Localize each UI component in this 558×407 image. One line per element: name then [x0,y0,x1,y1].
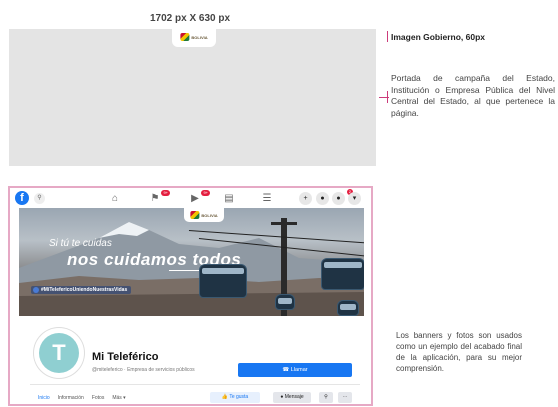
government-image-label: Imagen Gobierno, 60px [391,32,485,42]
seal-notch: BOLIVIA [172,29,216,47]
banner-explanation: Los banners y fotos son usados como un e… [396,331,522,373]
more-options-icon[interactable]: ⋯ [338,392,352,403]
bolivia-seal-icon [190,211,200,219]
notifications-bell-icon[interactable]: ● 2 [332,189,353,205]
gondola-cabin [321,258,364,290]
video-badge: 9+ [201,190,210,196]
page-name: Mi Teleférico [92,351,159,363]
flag-badge: 9+ [161,190,170,196]
cover-government-seal: BOLIVIA [190,211,218,219]
like-button-label: Te gusta [229,394,249,400]
facebook-page-mockup: f ⚲ ⌂ ⚑ 9+ ▶ 9+ ▤ ☰ + ● ● 2 ▾ BOLIVIA Si tú… [8,186,373,406]
call-button[interactable]: ☎ Llamar [238,363,352,377]
cover-seal-text: BOLIVIA [201,212,218,218]
teleferico-logo-icon: T [39,333,79,373]
video-icon[interactable]: ▶ 9+ [188,190,210,205]
home-icon[interactable]: ⌂ [108,193,122,205]
cover-seal-notch: BOLIVIA [184,208,224,222]
account-dropdown-icon[interactable]: ▾ [348,192,361,205]
government-seal: BOLIVIA [180,33,208,41]
campaign-hashtag: #MiTelefericoUniendoNuestrasVidas [31,286,132,294]
tower-crossbar [271,222,297,225]
description-tick [387,91,388,103]
cover-photo: BOLIVIA Si tú te cuidas nos cuidamos tod… [19,208,364,316]
search-icon[interactable]: ⚲ [34,193,45,204]
cover-description: Portada de campaña del Estado, Instituci… [391,73,555,118]
gondola-cabin [199,264,247,298]
create-plus-icon[interactable]: + [299,192,312,205]
seal-text: BOLIVIA [191,34,208,40]
gondola-cabin-small [275,294,295,310]
tab-informacion[interactable]: Información [58,395,84,401]
gondola-cabin-small [337,300,359,316]
facebook-logo-icon[interactable]: f [15,191,29,205]
menu-icon[interactable]: ☰ [260,193,274,205]
dimension-label: 1702 px X 630 px [149,13,231,24]
page-tabs: Inicio Información Fotos Más ▾ [38,395,126,401]
profile-picture[interactable]: T [34,328,84,378]
page-subtitle: @miteleferico · Empresa de servicios púb… [92,367,195,373]
profile-divider [30,384,360,385]
call-button-label: Llamar [290,367,308,373]
label-tick [387,31,388,42]
bolivia-seal-icon [180,33,190,41]
pages-flag-icon[interactable]: ⚑ 9+ [148,190,170,205]
marketplace-icon[interactable]: ▤ [222,193,236,205]
cover-template-placeholder: BOLIVIA [9,29,376,166]
tab-fotos[interactable]: Fotos [92,395,105,401]
hashtag-text: #MiTelefericoUniendoNuestrasVidas [41,287,128,293]
tab-mas[interactable]: Más ▾ [112,395,125,401]
messenger-icon[interactable]: ● [316,192,329,205]
message-button-label: Mensaje [284,394,304,400]
like-button[interactable]: 👍 Te gusta [210,392,260,403]
hashtag-logo-icon [33,287,39,293]
tab-inicio[interactable]: Inicio [38,395,50,401]
page-search-icon[interactable]: ⚲ [319,392,333,403]
campaign-line-1: Si tú te cuidas [49,238,112,249]
message-button[interactable]: ● Mensaje [273,392,311,403]
facebook-top-bar: f ⚲ ⌂ ⚑ 9+ ▶ 9+ ▤ ☰ + ● ● 2 ▾ [10,188,371,210]
